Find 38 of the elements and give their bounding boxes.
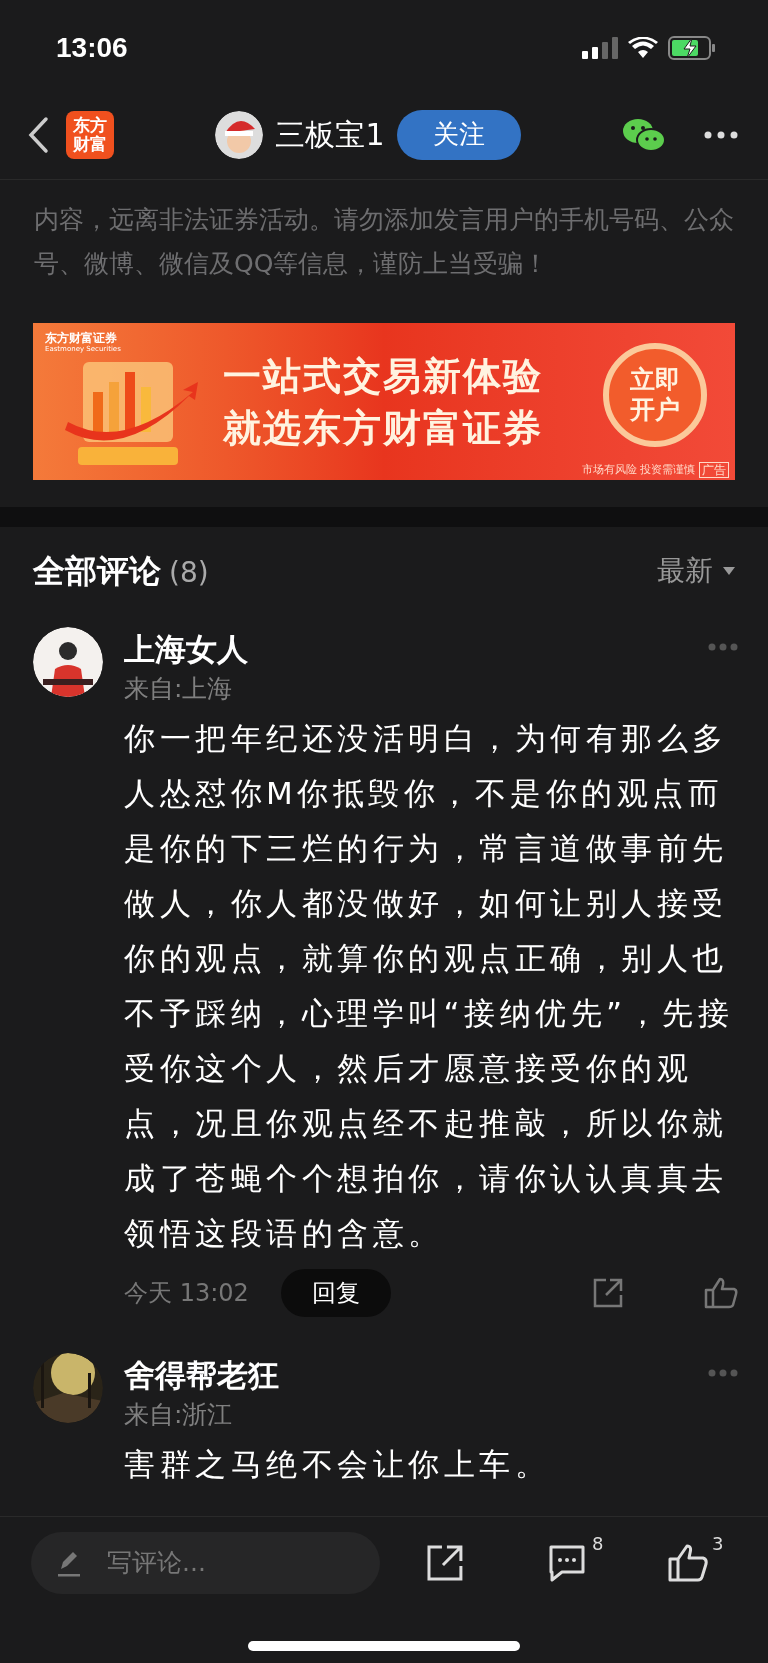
- badge-text: 开户: [630, 395, 680, 426]
- badge-text: 立即: [630, 365, 680, 396]
- more-icon[interactable]: [704, 130, 738, 139]
- commenter-location: 来自:上海: [124, 672, 234, 705]
- like-count: 3: [712, 1531, 724, 1556]
- comment-text: 害群之马绝不会让你上车。: [124, 1444, 551, 1484]
- comment-input-field[interactable]: 写评论...: [31, 1531, 381, 1594]
- signal-icon: [582, 37, 618, 60]
- thumbs-up-icon[interactable]: [704, 1276, 738, 1309]
- sort-dropdown[interactable]: 最新: [657, 549, 735, 592]
- commenter-name[interactable]: 舍得帮老狂: [124, 1352, 279, 1397]
- commenter-location: 来自:浙江: [124, 1398, 234, 1431]
- comment-icon[interactable]: [548, 1543, 586, 1582]
- follow-button[interactable]: 关注: [396, 109, 521, 160]
- commenter-name[interactable]: 上海女人: [124, 626, 248, 671]
- reply-button[interactable]: 回复: [280, 1268, 391, 1317]
- caret-icon: [723, 566, 735, 575]
- banner-headline: 一站式交易新体验: [223, 352, 543, 399]
- status-time: 13:06: [56, 31, 128, 66]
- wifi-icon: [628, 37, 658, 60]
- comments-count: (8): [169, 554, 209, 591]
- banner-headline: 就选东方财富证券: [223, 404, 543, 451]
- logo-text: 财富: [73, 134, 107, 154]
- comment-text: 你一把年纪还没活明白，为何有那么多人怂怼你M你抵毁你，不是你的观点而是你的下三烂的行为，常言道做事前先做人，你人都没做好，如何让别人接受你的观点，就算你的观点正确，别人也不予踩纳，心理学叫“接纳优先”，先接受你这个人，然后才愿意接受你的观点，况且你观点经不起推敲，所以你就成了苍蝇个个想拍你，请你认认真真去领悟这段语的含意。: [124, 718, 735, 1253]
- back-icon[interactable]: [26, 115, 50, 154]
- wechat-icon[interactable]: [622, 116, 666, 153]
- comment-count: 8: [592, 1531, 604, 1556]
- comment-placeholder: 写评论...: [107, 1546, 206, 1579]
- logo-text: 东方: [73, 115, 107, 135]
- comments-title: 全部评论: [33, 550, 161, 592]
- disclaimer-text: 内容，远离非法证券活动。请勿添加发言用户的手机号码、公众号、微博、微信及QQ等信息，谨防上当受骗！: [33, 204, 735, 281]
- risk-note: 市场有风险 投资需谨慎: [581, 461, 695, 478]
- share-icon[interactable]: [426, 1543, 464, 1582]
- banner-brand: 东方财富证券: [45, 331, 117, 346]
- battery-icon: [668, 36, 716, 61]
- ad-tag: 广告: [699, 461, 729, 478]
- comment-time: 今天 13:02: [124, 1277, 249, 1309]
- username: 三板宝1: [275, 116, 385, 155]
